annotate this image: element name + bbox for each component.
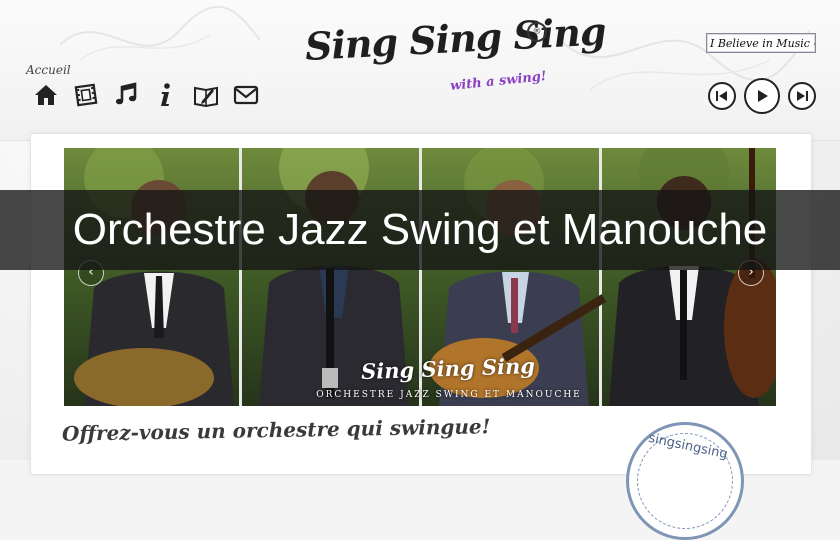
- play-icon[interactable]: [744, 78, 780, 114]
- logo-tagline: with a swing!: [449, 68, 548, 95]
- film-icon[interactable]: [72, 81, 100, 109]
- previous-icon[interactable]: [708, 82, 736, 110]
- page-title: Orchestre Jazz Swing et Manouche: [72, 205, 768, 254]
- photo-slider: ‹ › Sing Sing Sing ORCHESTRE JAZZ SWING …: [64, 148, 776, 406]
- main-nav: [32, 80, 260, 110]
- track-select[interactable]: I Believe in Music -: [706, 33, 816, 53]
- guestbook-icon[interactable]: [192, 81, 220, 109]
- nav-label-accueil: Accueil: [26, 63, 71, 77]
- info-icon[interactable]: [152, 81, 180, 109]
- music-note-icon[interactable]: [112, 81, 140, 109]
- slider-subtitle: ORCHESTRE JAZZ SWING ET MANOUCHE: [316, 390, 582, 400]
- next-icon[interactable]: [788, 82, 816, 110]
- site-logo[interactable]: Sing Sing Sing ® with a swing!: [304, 8, 607, 98]
- home-icon[interactable]: [32, 81, 60, 109]
- mail-icon[interactable]: [232, 81, 260, 109]
- decorative-swirl: [60, 6, 260, 61]
- registered-mark: ®: [527, 22, 547, 42]
- stamp-badge: singsingsing: [626, 422, 744, 540]
- music-player-controls: [708, 78, 816, 114]
